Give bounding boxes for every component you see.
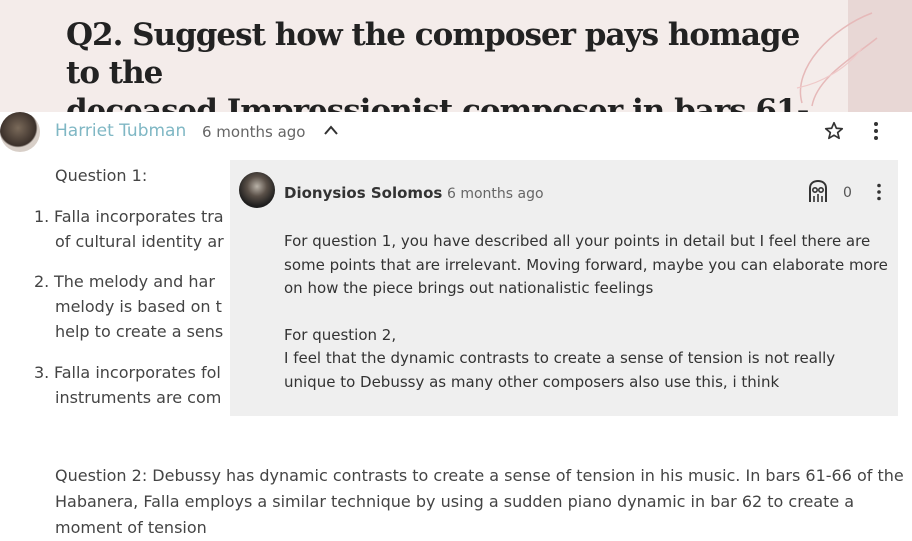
reply-author-name[interactable]: Dionysios Solomos [284, 184, 442, 202]
reply-paragraph: I feel that the dynamic contrasts to cre… [284, 349, 836, 391]
reply-paragraph: For question 2, [284, 325, 397, 344]
list-item-text: The melody and har [54, 272, 215, 291]
kebab-menu-icon[interactable] [872, 182, 886, 202]
reply-timestamp: 6 months ago [447, 186, 544, 202]
list-item-text: help to create a sens [55, 322, 224, 341]
post-author-name[interactable]: Harriet Tubman [55, 121, 186, 141]
list-item-text: Falla incorporates fol [54, 363, 221, 382]
kebab-menu-icon[interactable] [868, 120, 884, 142]
reply-comment-card: Dionysios Solomos 6 months ago 0 For que… [230, 160, 898, 416]
list-item-number: 3. [34, 363, 50, 382]
list-item-text: of cultural identity ar [55, 232, 224, 251]
list-item-number: 2. [34, 272, 50, 291]
question-title-line1: Q2. Suggest how the composer pays homage… [66, 17, 800, 91]
reply-paragraph: For question 1, you have described all y… [284, 232, 888, 297]
author-avatar[interactable] [0, 112, 40, 152]
reaction-icon[interactable] [804, 178, 832, 206]
question-2-answer: Question 2: Debussy has dynamic contrast… [55, 466, 904, 537]
question-1-heading: Question 1: [55, 166, 148, 185]
reply-body: For question 1, you have described all y… [284, 230, 889, 394]
post-timestamp: 6 months ago [202, 123, 306, 141]
list-item-text: melody is based on t [55, 297, 222, 316]
reply-author-avatar[interactable] [239, 172, 275, 208]
list-item-number: 1. [34, 207, 50, 226]
list-item-text: Falla incorporates tra [54, 207, 224, 226]
reaction-count: 0 [843, 185, 852, 201]
star-icon[interactable] [823, 120, 845, 142]
question-banner: Q2. Suggest how the composer pays homage… [0, 0, 912, 112]
question-title-line2: deceased Impressionist composer in bars … [66, 93, 809, 112]
question-title: Q2. Suggest how the composer pays homage… [66, 16, 826, 112]
list-item-text: instruments are com [55, 388, 222, 407]
chevron-up-icon[interactable] [322, 122, 340, 138]
